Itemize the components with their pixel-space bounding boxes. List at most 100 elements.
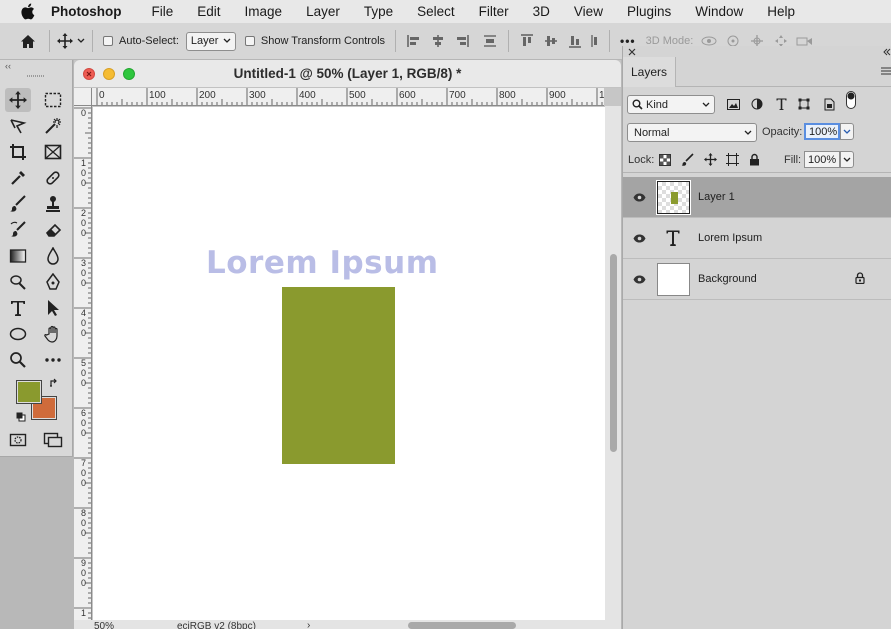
lock-artboard-icon[interactable] bbox=[726, 153, 739, 166]
visibility-eye-icon[interactable] bbox=[632, 232, 646, 244]
apple-menu-icon[interactable] bbox=[17, 2, 37, 22]
close-panel-icon[interactable] bbox=[628, 48, 636, 56]
fill-input[interactable]: 100% bbox=[804, 151, 840, 168]
align-bottom-icon[interactable] bbox=[565, 34, 585, 48]
type-tool-icon[interactable] bbox=[5, 296, 31, 320]
pen-tool-icon[interactable] bbox=[40, 270, 66, 294]
blur-tool-icon[interactable] bbox=[40, 244, 66, 268]
swap-colors-icon[interactable] bbox=[49, 378, 59, 391]
menu-3d[interactable]: 3D bbox=[533, 4, 550, 19]
marquee-tool-icon[interactable] bbox=[40, 88, 66, 112]
filter-pixel-icon[interactable] bbox=[726, 97, 740, 111]
filter-toggle-icon[interactable] bbox=[844, 91, 858, 109]
opacity-input[interactable]: 100% bbox=[804, 123, 840, 140]
filter-type-icon[interactable] bbox=[774, 97, 788, 111]
horizontal-ruler[interactable]: 0 100 200 300 400 500 600 700 800 900 10 bbox=[92, 88, 604, 106]
filter-shape-icon[interactable] bbox=[797, 97, 811, 111]
crop-tool-icon[interactable] bbox=[5, 140, 31, 164]
status-more-arrow[interactable]: › bbox=[307, 620, 310, 629]
quick-mask-icon[interactable] bbox=[5, 428, 31, 452]
magic-wand-tool-icon[interactable] bbox=[40, 114, 66, 138]
history-brush-tool-icon[interactable] bbox=[5, 218, 31, 242]
dodge-tool-icon[interactable] bbox=[5, 270, 31, 294]
menu-app-name[interactable]: Photoshop bbox=[51, 4, 122, 19]
collapse-panel-icon[interactable] bbox=[883, 48, 891, 56]
lock-image-pixels-icon[interactable] bbox=[681, 153, 694, 166]
layer-name[interactable]: Layer 1 bbox=[698, 191, 735, 203]
show-transform-checkbox[interactable] bbox=[244, 36, 255, 46]
fill-slider-button[interactable] bbox=[840, 151, 854, 168]
layer-lock-icon[interactable] bbox=[855, 272, 865, 284]
menu-select[interactable]: Select bbox=[417, 4, 455, 19]
move-tool-preset-icon[interactable] bbox=[56, 33, 74, 49]
clone-stamp-tool-icon[interactable] bbox=[40, 192, 66, 216]
align-center-h-icon[interactable] bbox=[428, 34, 448, 48]
blend-mode-dropdown[interactable]: Normal bbox=[627, 123, 757, 142]
frame-tool-icon[interactable] bbox=[40, 140, 66, 164]
menu-help[interactable]: Help bbox=[767, 4, 795, 19]
more-tools-icon[interactable] bbox=[40, 348, 66, 372]
text-layer-type-icon bbox=[666, 230, 680, 249]
vertical-ruler[interactable]: 01002003004005006007008009001 bbox=[74, 106, 92, 620]
gradient-tool-icon[interactable] bbox=[5, 244, 31, 268]
menu-filter[interactable]: Filter bbox=[479, 4, 509, 19]
layer-name[interactable]: Background bbox=[698, 273, 757, 285]
opacity-slider-button[interactable] bbox=[840, 123, 854, 140]
lock-position-icon[interactable] bbox=[704, 153, 717, 166]
foreground-color-swatch[interactable] bbox=[16, 380, 42, 404]
menu-type[interactable]: Type bbox=[364, 4, 393, 19]
lock-all-icon[interactable] bbox=[749, 153, 760, 166]
default-colors-icon[interactable] bbox=[16, 412, 26, 425]
collapse-tools-button[interactable]: ‹‹ bbox=[0, 60, 72, 72]
menu-image[interactable]: Image bbox=[245, 4, 283, 19]
vertical-scroll-thumb[interactable] bbox=[610, 254, 617, 452]
layer-1-rectangle[interactable] bbox=[282, 287, 395, 464]
distribute-h-icon[interactable] bbox=[589, 34, 599, 48]
menu-view[interactable]: View bbox=[574, 4, 603, 19]
visibility-eye-icon[interactable] bbox=[632, 191, 646, 203]
text-layer-lorem-ipsum[interactable]: Lorem Ipsum bbox=[206, 245, 439, 281]
horizontal-scroll-thumb[interactable] bbox=[408, 622, 516, 629]
align-middle-v-icon[interactable] bbox=[541, 34, 561, 48]
document-canvas[interactable]: Lorem Ipsum bbox=[93, 107, 605, 620]
align-top-icon[interactable] bbox=[517, 34, 537, 48]
eraser-tool-icon[interactable] bbox=[40, 218, 66, 242]
align-left-icon[interactable] bbox=[404, 34, 424, 48]
ruler-origin[interactable] bbox=[74, 88, 92, 106]
preset-chevron-down-icon[interactable] bbox=[76, 38, 86, 44]
menu-plugins[interactable]: Plugins bbox=[627, 4, 671, 19]
healing-brush-tool-icon[interactable] bbox=[40, 166, 66, 190]
move-tool-icon[interactable] bbox=[5, 88, 31, 112]
layer-row-background[interactable]: Background bbox=[623, 259, 891, 300]
filter-kind-dropdown[interactable]: Kind bbox=[627, 95, 715, 114]
tab-layers[interactable]: Layers bbox=[623, 57, 676, 87]
lasso-tool-icon[interactable] bbox=[5, 114, 31, 138]
menu-window[interactable]: Window bbox=[695, 4, 743, 19]
layer-name[interactable]: Lorem Ipsum bbox=[698, 232, 762, 244]
auto-select-checkbox[interactable] bbox=[103, 36, 113, 46]
screen-mode-icon[interactable] bbox=[40, 428, 66, 452]
filter-adjustment-icon[interactable] bbox=[750, 97, 764, 111]
visibility-eye-icon[interactable] bbox=[632, 273, 646, 285]
panel-menu-icon[interactable] bbox=[881, 67, 891, 75]
menu-layer[interactable]: Layer bbox=[306, 4, 340, 19]
home-icon[interactable] bbox=[19, 34, 37, 49]
auto-select-dropdown[interactable]: Layer bbox=[185, 31, 236, 51]
vertical-scrollbar[interactable] bbox=[605, 106, 621, 620]
menu-file[interactable]: File bbox=[152, 4, 174, 19]
panel-grip[interactable] bbox=[0, 72, 72, 80]
ellipse-tool-icon[interactable] bbox=[5, 322, 31, 346]
zoom-level[interactable]: 50% bbox=[94, 621, 114, 629]
zoom-tool-icon[interactable] bbox=[5, 348, 31, 372]
hand-tool-icon[interactable] bbox=[40, 322, 66, 346]
menu-edit[interactable]: Edit bbox=[197, 4, 220, 19]
distribute-v-icon[interactable] bbox=[480, 34, 500, 48]
path-selection-tool-icon[interactable] bbox=[40, 296, 66, 320]
align-right-icon[interactable] bbox=[452, 34, 472, 48]
filter-smart-object-icon[interactable] bbox=[822, 97, 836, 111]
lock-transparent-pixels-icon[interactable] bbox=[659, 154, 671, 166]
brush-tool-icon[interactable] bbox=[5, 192, 31, 216]
eyedropper-tool-icon[interactable] bbox=[5, 166, 31, 190]
layer-row-lorem-ipsum[interactable]: Lorem Ipsum bbox=[623, 218, 891, 259]
layer-row-layer-1[interactable]: Layer 1 bbox=[623, 177, 891, 218]
